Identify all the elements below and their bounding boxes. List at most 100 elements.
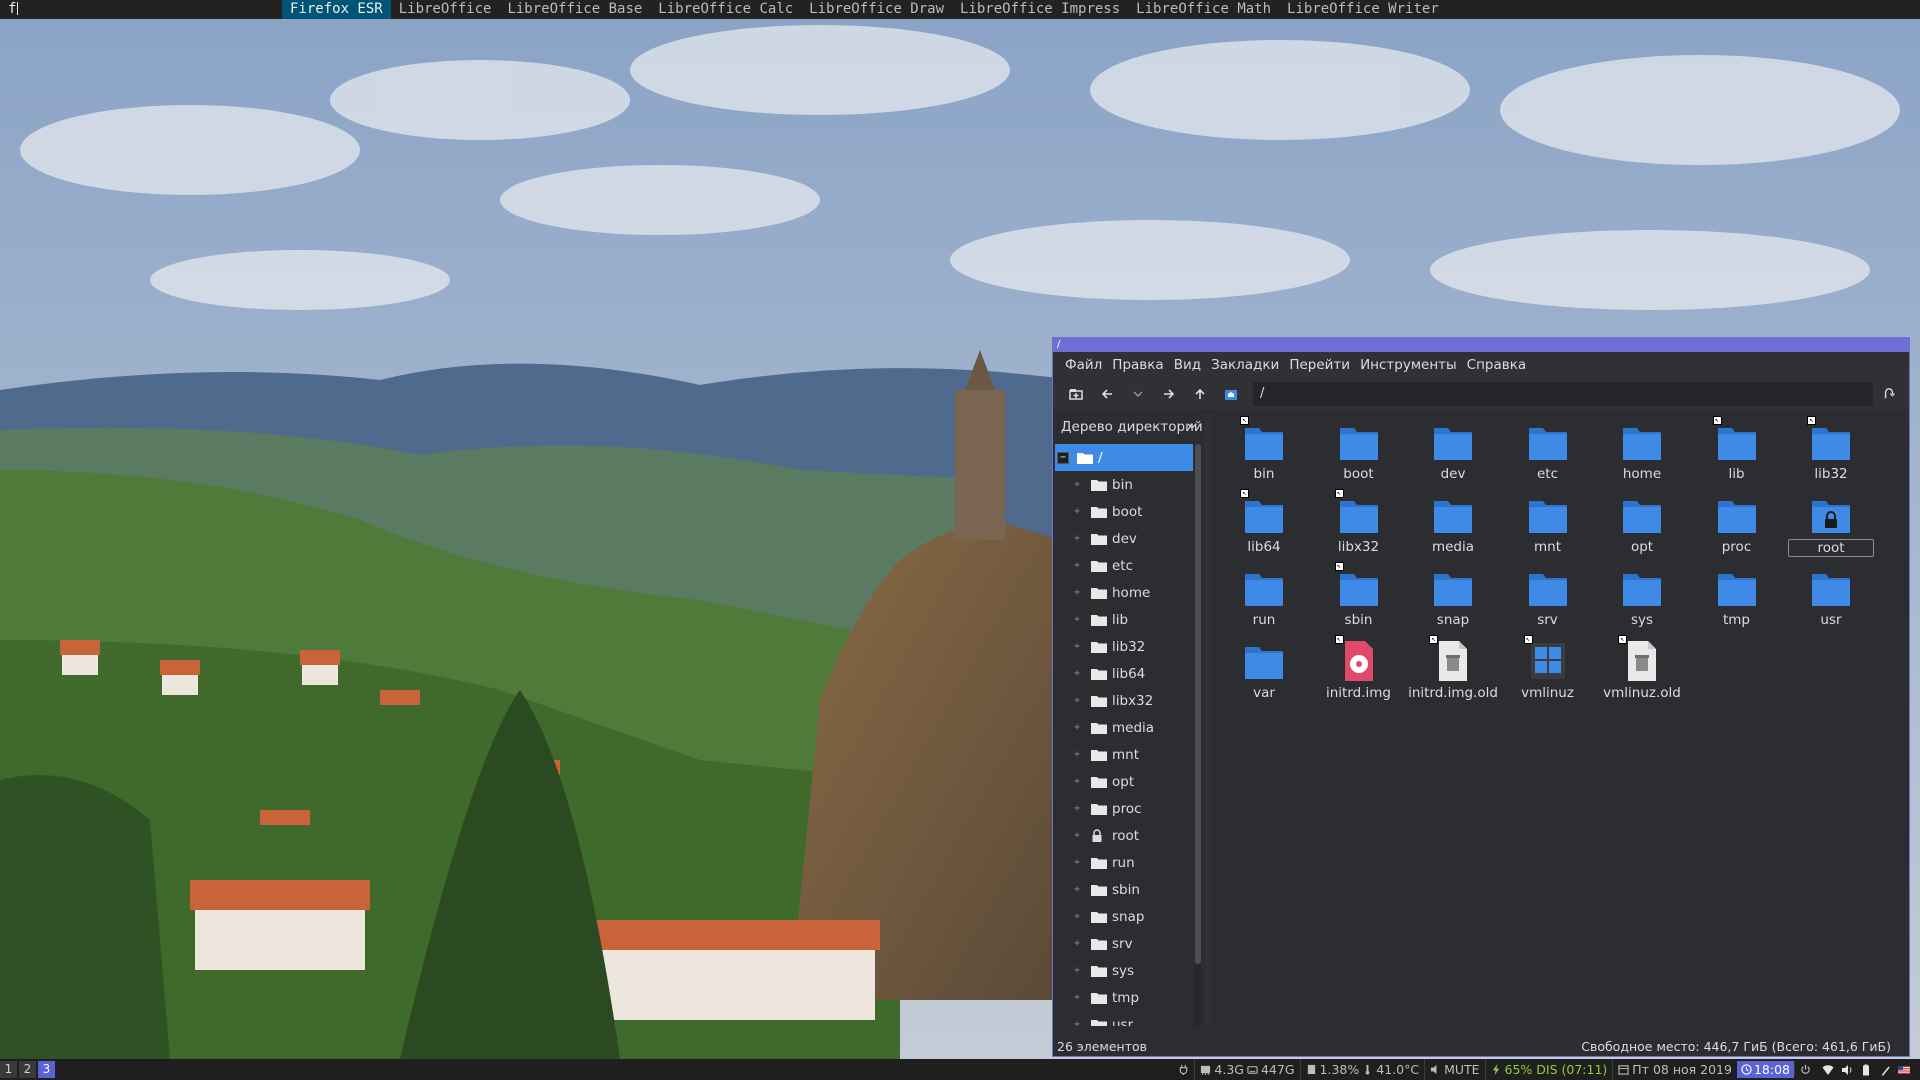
tree-item-tmp[interactable]: + tmp — [1055, 984, 1193, 1011]
file-item-etc[interactable]: etc — [1501, 416, 1595, 486]
file-item-tmp[interactable]: tmp — [1690, 562, 1784, 632]
file-item-opt[interactable]: opt — [1595, 489, 1689, 559]
file-item-initrd-img-old[interactable]: ↖ initrd.img.old — [1406, 635, 1500, 705]
menu-go[interactable]: Перейти — [1285, 357, 1356, 373]
file-item-lib64[interactable]: ↖ lib64 — [1217, 489, 1311, 559]
file-item-snap[interactable]: snap — [1406, 562, 1500, 632]
tree-item-mnt[interactable]: + mnt — [1055, 741, 1193, 768]
tree-item-sbin[interactable]: + sbin — [1055, 876, 1193, 903]
expand-icon[interactable]: + — [1071, 560, 1083, 572]
file-item-initrd-img[interactable]: ↖ initrd.img — [1312, 635, 1406, 705]
file-item-sys[interactable]: sys — [1595, 562, 1689, 632]
forward-button[interactable] — [1156, 381, 1182, 407]
home-button[interactable] — [1218, 381, 1244, 407]
file-item-usr[interactable]: usr — [1784, 562, 1878, 632]
tree-item-srv[interactable]: + srv — [1055, 930, 1193, 957]
tree-item-media[interactable]: + media — [1055, 714, 1193, 741]
expand-icon[interactable]: + — [1071, 830, 1083, 842]
power-menu-segment[interactable] — [1794, 1064, 1816, 1075]
new-tab-button[interactable] — [1063, 381, 1089, 407]
expand-icon[interactable]: + — [1071, 533, 1083, 545]
expand-icon[interactable]: + — [1071, 884, 1083, 896]
pane-splitter[interactable] — [1205, 414, 1211, 1026]
tree-item-proc[interactable]: + proc — [1055, 795, 1193, 822]
network-icon[interactable] — [1822, 1064, 1834, 1076]
file-item-boot[interactable]: boot — [1312, 416, 1406, 486]
dmenu-item-libreoffice-base[interactable]: LibreOffice Base — [499, 0, 650, 19]
file-item-dev[interactable]: dev — [1406, 416, 1500, 486]
tree-item-opt[interactable]: + opt — [1055, 768, 1193, 795]
tree-item-root[interactable]: + root — [1055, 822, 1193, 849]
side-pane-scrollbar[interactable] — [1195, 444, 1201, 1026]
power-segment[interactable] — [1173, 1064, 1194, 1075]
tree-item-sys[interactable]: + sys — [1055, 957, 1193, 984]
path-bar-toggle-button[interactable] — [1879, 388, 1899, 400]
expand-icon[interactable]: + — [1071, 641, 1083, 653]
menu-tools[interactable]: Инструменты — [1356, 357, 1463, 373]
dmenu-item-libreoffice-impress[interactable]: LibreOffice Impress — [952, 0, 1128, 19]
expand-icon[interactable]: + — [1071, 749, 1083, 761]
collapse-icon[interactable]: − — [1057, 451, 1069, 464]
dmenu-item-libreoffice[interactable]: LibreOffice — [391, 0, 500, 19]
volume-segment[interactable]: MUTE — [1424, 1059, 1484, 1080]
battery-tray-icon[interactable] — [1860, 1064, 1872, 1076]
expand-icon[interactable]: + — [1071, 803, 1083, 815]
workspace-tag-2[interactable]: 2 — [19, 1061, 36, 1078]
expand-icon[interactable]: + — [1071, 776, 1083, 788]
tree-item-snap[interactable]: + snap — [1055, 903, 1193, 930]
dmenu-input[interactable]: f — [8, 0, 278, 19]
expand-icon[interactable]: + — [1071, 587, 1083, 599]
menu-bookmarks[interactable]: Закладки — [1207, 357, 1285, 373]
expand-icon[interactable]: + — [1071, 965, 1083, 977]
file-item-sbin[interactable]: ↖ sbin — [1312, 562, 1406, 632]
file-item-mnt[interactable]: mnt — [1501, 489, 1595, 559]
expand-icon[interactable]: + — [1071, 695, 1083, 707]
expand-icon[interactable]: + — [1071, 938, 1083, 950]
expand-icon[interactable]: + — [1071, 911, 1083, 923]
tree-item-lib64[interactable]: + lib64 — [1055, 660, 1193, 687]
back-button[interactable] — [1094, 381, 1120, 407]
expand-icon[interactable]: + — [1071, 614, 1083, 626]
tree-item-usr[interactable]: + usr — [1055, 1011, 1193, 1026]
menu-file[interactable]: Файл — [1061, 357, 1108, 373]
dmenu-item-libreoffice-math[interactable]: LibreOffice Math — [1128, 0, 1279, 19]
dmenu-item-libreoffice-calc[interactable]: LibreOffice Calc — [650, 0, 801, 19]
tree-item-root[interactable]: − / — [1055, 444, 1193, 471]
file-item-var[interactable]: var — [1217, 635, 1311, 705]
expand-icon[interactable]: + — [1071, 1019, 1083, 1026]
file-item-root[interactable]: root — [1784, 489, 1878, 559]
flag-us-icon[interactable] — [1898, 1064, 1910, 1076]
menu-view[interactable]: Вид — [1170, 357, 1207, 373]
file-item-lib32[interactable]: ↖ lib32 — [1784, 416, 1878, 486]
tree-item-bin[interactable]: + bin — [1055, 471, 1193, 498]
dmenu-item-firefox-esr[interactable]: Firefox ESR — [282, 0, 391, 19]
clipboard-icon[interactable] — [1879, 1064, 1891, 1076]
file-item-home[interactable]: home — [1595, 416, 1689, 486]
side-pane-selector[interactable]: Дерево директорий — [1055, 414, 1203, 440]
tree-item-libx32[interactable]: + libx32 — [1055, 687, 1193, 714]
file-item-media[interactable]: media — [1406, 489, 1500, 559]
tree-item-lib[interactable]: + lib — [1055, 606, 1193, 633]
volume-tray-icon[interactable] — [1841, 1064, 1853, 1076]
dmenu-item-libreoffice-writer[interactable]: LibreOffice Writer — [1279, 0, 1447, 19]
file-item-lib[interactable]: ↖ lib — [1690, 416, 1784, 486]
menu-edit[interactable]: Правка — [1108, 357, 1169, 373]
expand-icon[interactable]: + — [1071, 506, 1083, 518]
up-button[interactable] — [1187, 381, 1213, 407]
file-item-vmlinuz-old[interactable]: ↖ vmlinuz.old — [1595, 635, 1689, 705]
workspace-tag-1[interactable]: 1 — [0, 1061, 17, 1078]
expand-icon[interactable]: + — [1071, 479, 1083, 491]
file-item-bin[interactable]: ↖ bin — [1217, 416, 1311, 486]
expand-icon[interactable]: + — [1071, 992, 1083, 1004]
window-title-bar[interactable]: / — [1053, 338, 1909, 352]
file-item-libx32[interactable]: ↖ libx32 — [1312, 489, 1406, 559]
expand-icon[interactable]: + — [1071, 668, 1083, 680]
file-item-vmlinuz[interactable]: ↖ vmlinuz — [1501, 635, 1595, 705]
file-item-srv[interactable]: srv — [1501, 562, 1595, 632]
expand-icon[interactable]: + — [1071, 857, 1083, 869]
file-item-run[interactable]: run — [1217, 562, 1311, 632]
history-button[interactable] — [1125, 381, 1151, 407]
tree-item-dev[interactable]: + dev — [1055, 525, 1193, 552]
dmenu-item-libreoffice-draw[interactable]: LibreOffice Draw — [801, 0, 952, 19]
tree-item-lib32[interactable]: + lib32 — [1055, 633, 1193, 660]
